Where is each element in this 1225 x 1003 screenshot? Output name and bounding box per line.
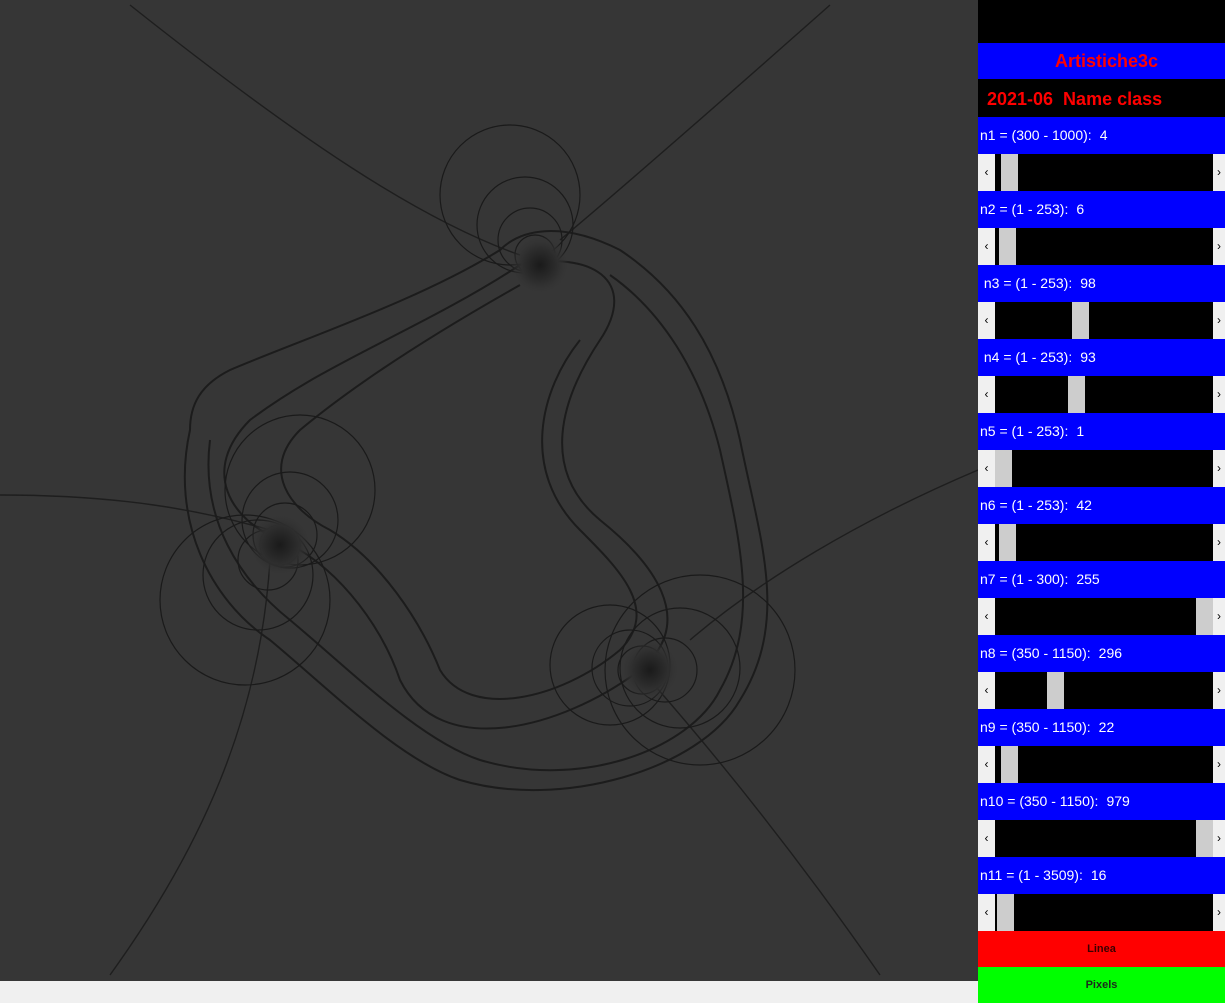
slider-n5[interactable]: ‹ › — [978, 450, 1225, 487]
slider-thumb[interactable] — [1001, 154, 1018, 191]
panel-top-spacer — [978, 0, 1225, 43]
param-label-text: n3 = (1 - 253): — [980, 275, 1073, 291]
slider-n9[interactable]: ‹ › — [978, 746, 1225, 783]
param-value: 4 — [1099, 127, 1108, 143]
chevron-right-icon[interactable]: › — [1213, 376, 1225, 413]
chevron-left-icon[interactable]: ‹ — [978, 302, 995, 339]
slider-n10[interactable]: ‹ › — [978, 820, 1225, 857]
slider-thumb[interactable] — [1047, 672, 1064, 709]
slider-thumb[interactable] — [1001, 746, 1018, 783]
param-label-text: n2 = (1 - 253): — [980, 201, 1069, 217]
slider-thumb[interactable] — [995, 450, 1012, 487]
param-value: 979 — [1106, 793, 1130, 809]
chevron-left-icon[interactable]: ‹ — [978, 450, 995, 487]
param-label-n11: n11 = (1 - 3509): 16 — [978, 857, 1225, 894]
param-label-n8: n8 = (350 - 1150): 296 — [978, 635, 1225, 672]
slider-thumb[interactable] — [999, 524, 1016, 561]
slider-track[interactable] — [995, 154, 1213, 191]
param-value: 255 — [1076, 571, 1100, 587]
chevron-left-icon[interactable]: ‹ — [978, 376, 995, 413]
chevron-left-icon[interactable]: ‹ — [978, 598, 995, 635]
slider-track[interactable] — [995, 228, 1213, 265]
param-label-text: n5 = (1 - 253): — [980, 423, 1069, 439]
param-label-text: n4 = (1 - 253): — [980, 349, 1073, 365]
linea-button[interactable]: Linea — [978, 931, 1225, 967]
param-label-text: n1 = (300 - 1000): — [980, 127, 1092, 143]
slider-thumb[interactable] — [999, 228, 1016, 265]
chevron-right-icon[interactable]: › — [1213, 746, 1225, 783]
param-label-n9: n9 = (350 - 1150): 22 — [978, 709, 1225, 746]
slider-n7[interactable]: ‹ › — [978, 598, 1225, 635]
slider-n11[interactable]: ‹ › — [978, 894, 1225, 931]
app-subtitle: 2021-06 Name class — [978, 79, 1225, 117]
slider-n3[interactable]: ‹ › — [978, 302, 1225, 339]
slider-track[interactable] — [995, 302, 1213, 339]
param-label-n10: n10 = (350 - 1150): 979 — [978, 783, 1225, 820]
slider-track[interactable] — [995, 672, 1213, 709]
chevron-right-icon[interactable]: › — [1213, 302, 1225, 339]
chevron-right-icon[interactable]: › — [1213, 450, 1225, 487]
chevron-left-icon[interactable]: ‹ — [978, 894, 995, 931]
param-label-text: n6 = (1 - 253): — [980, 497, 1069, 513]
param-label-text: n9 = (350 - 1150): — [980, 719, 1091, 735]
chevron-right-icon[interactable]: › — [1213, 672, 1225, 709]
chevron-left-icon[interactable]: ‹ — [978, 228, 995, 265]
chevron-right-icon[interactable]: › — [1213, 598, 1225, 635]
slider-thumb[interactable] — [1196, 820, 1213, 857]
param-label-n5: n5 = (1 - 253): 1 — [978, 413, 1225, 450]
slider-track[interactable] — [995, 598, 1213, 635]
chevron-right-icon[interactable]: › — [1213, 154, 1225, 191]
param-label-text: n11 = (1 - 3509): — [980, 867, 1083, 883]
slider-track[interactable] — [995, 524, 1213, 561]
param-label-n6: n6 = (1 - 253): 42 — [978, 487, 1225, 524]
param-label-text: n7 = (1 - 300): — [980, 571, 1069, 587]
app-title: Artistiche3c — [978, 43, 1225, 79]
fractal-canvas[interactable] — [0, 0, 978, 981]
slider-track[interactable] — [995, 894, 1213, 931]
slider-thumb[interactable] — [1196, 598, 1213, 635]
param-value: 22 — [1098, 719, 1115, 735]
fractal-image — [0, 0, 978, 981]
chevron-right-icon[interactable]: › — [1213, 524, 1225, 561]
param-value: 93 — [1080, 349, 1096, 365]
slider-track[interactable] — [995, 376, 1213, 413]
param-value: 1 — [1076, 423, 1085, 439]
chevron-left-icon[interactable]: ‹ — [978, 672, 995, 709]
param-label-n4: n4 = (1 - 253): 93 — [978, 339, 1225, 376]
slider-n2[interactable]: ‹ › — [978, 228, 1225, 265]
chevron-right-icon[interactable]: › — [1213, 894, 1225, 931]
chevron-right-icon[interactable]: › — [1213, 820, 1225, 857]
param-value: 98 — [1080, 275, 1096, 291]
slider-n4[interactable]: ‹ › — [978, 376, 1225, 413]
param-value: 6 — [1076, 201, 1085, 217]
status-strip — [0, 981, 978, 1003]
slider-thumb[interactable] — [1072, 302, 1089, 339]
slider-track[interactable] — [995, 450, 1213, 487]
chevron-left-icon[interactable]: ‹ — [978, 746, 995, 783]
param-value: 296 — [1098, 645, 1123, 661]
slider-track[interactable] — [995, 746, 1213, 783]
chevron-right-icon[interactable]: › — [1213, 228, 1225, 265]
param-label-n7: n7 = (1 - 300): 255 — [978, 561, 1225, 598]
control-panel: Artistiche3c 2021-06 Name class n1 = (30… — [978, 0, 1225, 1003]
slider-thumb[interactable] — [997, 894, 1014, 931]
param-label-n1: n1 = (300 - 1000): 4 — [978, 117, 1225, 154]
param-label-text: n10 = (350 - 1150): — [980, 793, 1099, 809]
param-label-text: n8 = (350 - 1150): — [980, 645, 1091, 661]
chevron-left-icon[interactable]: ‹ — [978, 820, 995, 857]
slider-n8[interactable]: ‹ › — [978, 672, 1225, 709]
param-value: 16 — [1090, 867, 1107, 883]
slider-thumb[interactable] — [1068, 376, 1085, 413]
param-label-n2: n2 = (1 - 253): 6 — [978, 191, 1225, 228]
pixels-button[interactable]: Pixels — [978, 967, 1225, 1003]
chevron-left-icon[interactable]: ‹ — [978, 524, 995, 561]
slider-track[interactable] — [995, 820, 1213, 857]
slider-n1[interactable]: ‹ › — [978, 154, 1225, 191]
chevron-left-icon[interactable]: ‹ — [978, 154, 995, 191]
param-value: 42 — [1076, 497, 1092, 513]
param-label-n3: n3 = (1 - 253): 98 — [978, 265, 1225, 302]
slider-n6[interactable]: ‹ › — [978, 524, 1225, 561]
